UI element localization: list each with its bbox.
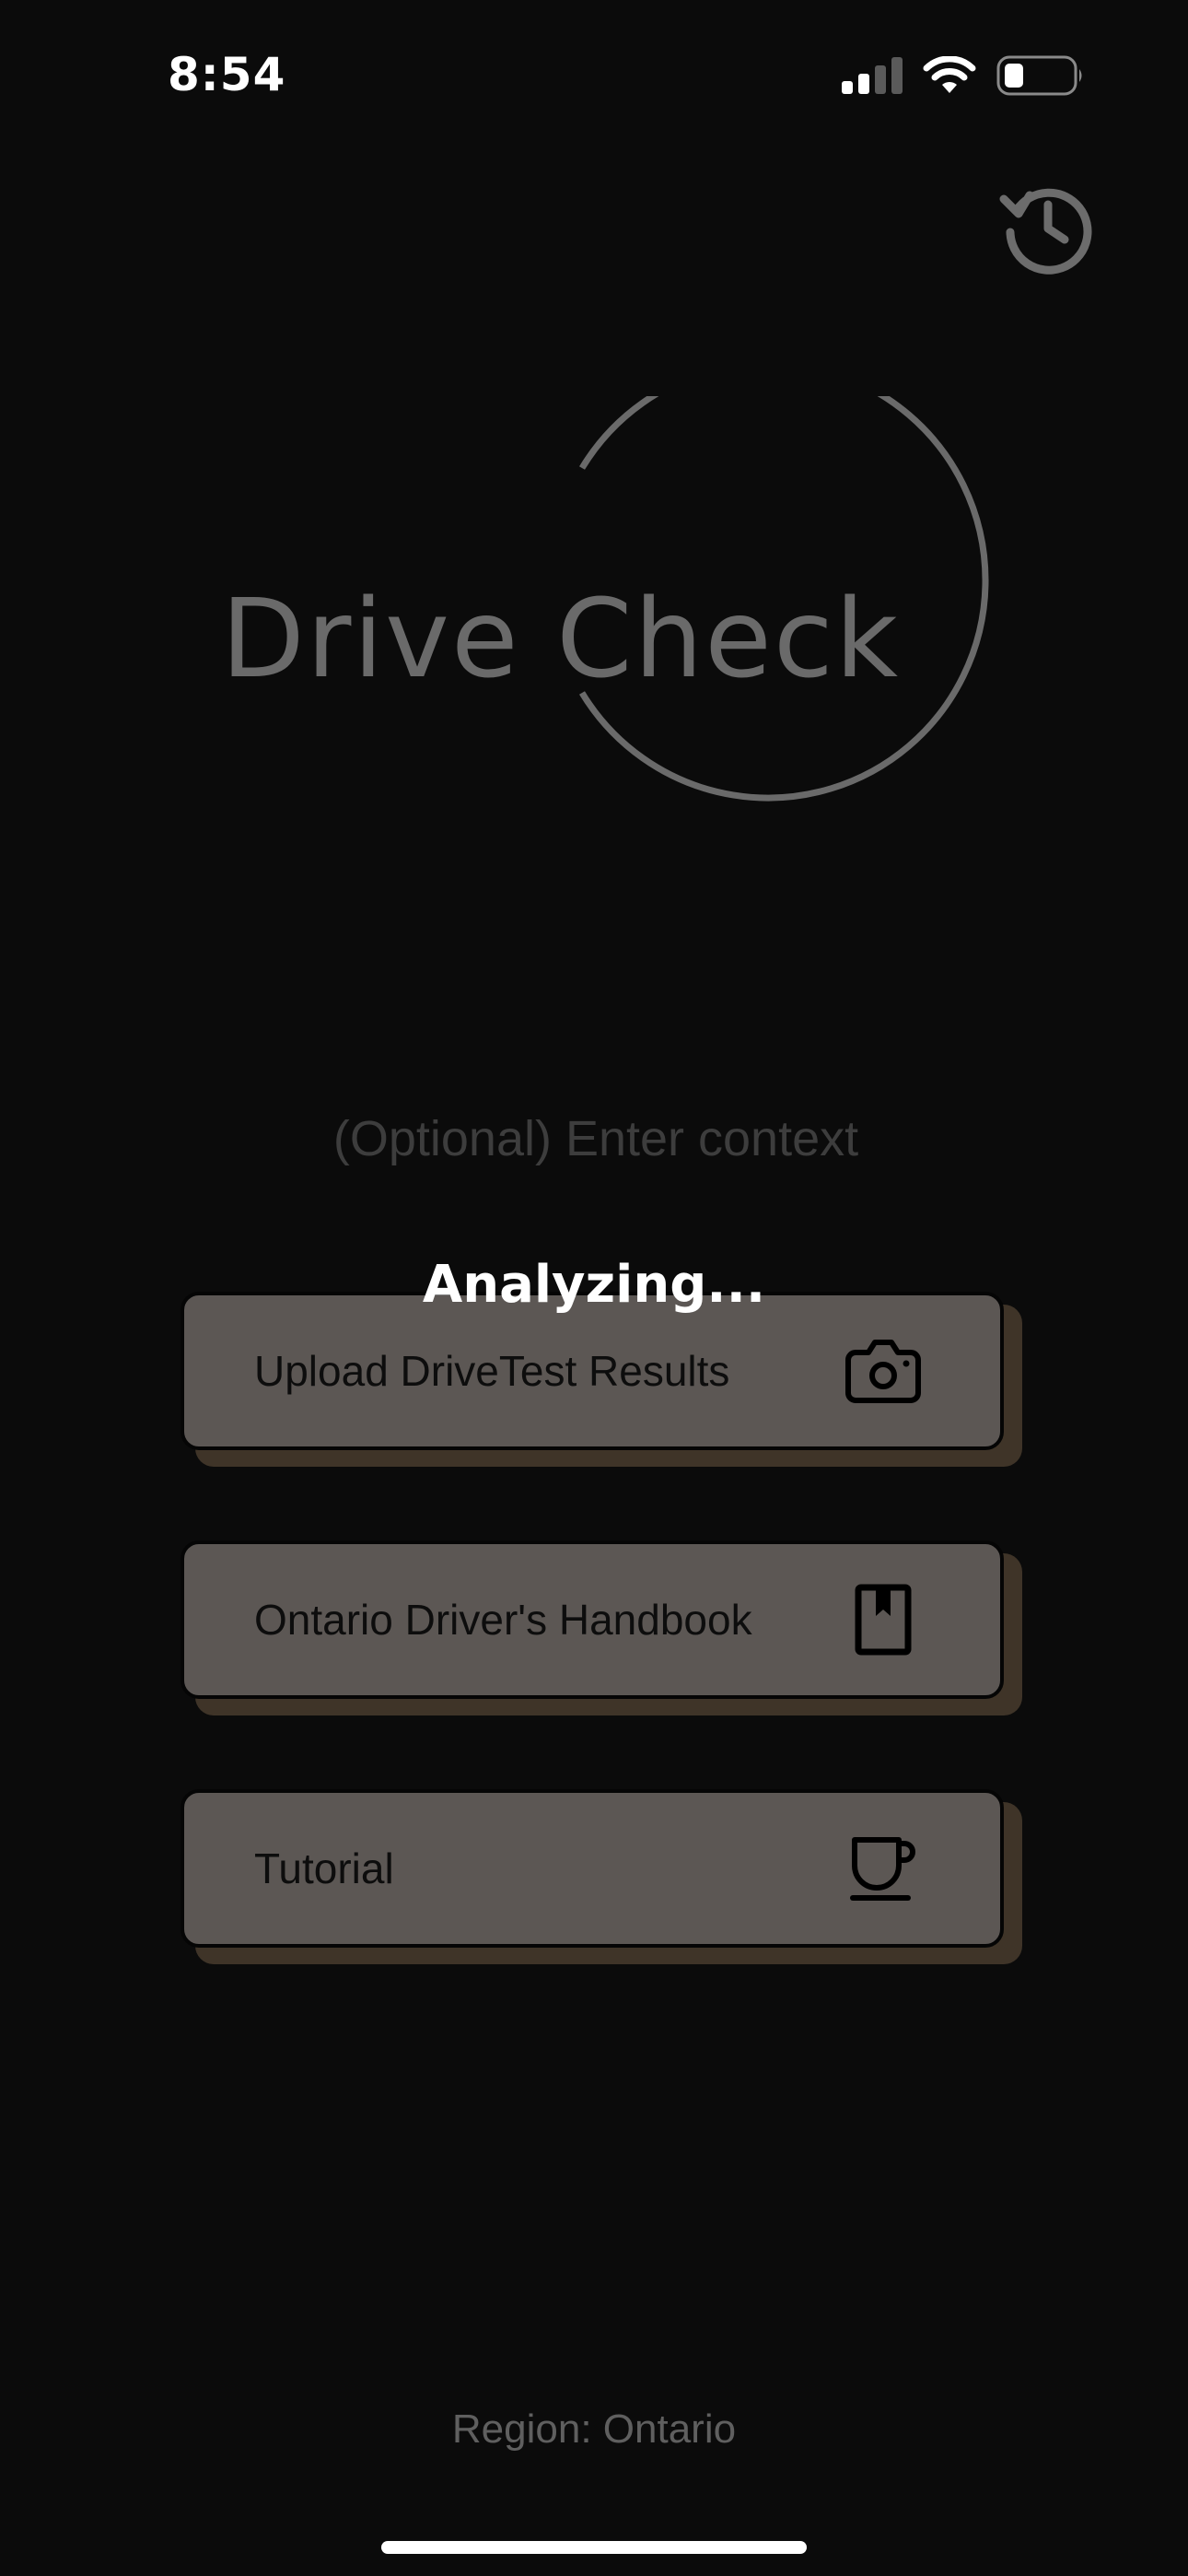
wifi-icon xyxy=(923,55,976,100)
status-icons xyxy=(842,55,1085,100)
region-label: Region: Ontario xyxy=(451,2406,737,2452)
history-icon xyxy=(996,188,1098,280)
action-label: Upload DriveTest Results xyxy=(254,1347,730,1395)
drive-check-logo: Drive Check xyxy=(203,359,1031,857)
history-button[interactable] xyxy=(996,175,1098,276)
context-input[interactable] xyxy=(184,1096,1007,1181)
book-icon xyxy=(844,1580,923,1659)
action-label: Ontario Driver's Handbook xyxy=(254,1596,752,1644)
tutorial-card: Tutorial xyxy=(181,1789,1022,1964)
drivers-handbook-card: Ontario Driver's Handbook xyxy=(181,1540,1022,1715)
analyzing-status: Analyzing... xyxy=(422,1255,766,1315)
tutorial-button[interactable]: Tutorial xyxy=(181,1789,1004,1948)
logo-text: Drive Check xyxy=(221,575,900,702)
upload-drivetest-results-button[interactable]: Upload DriveTest Results xyxy=(181,1292,1004,1450)
upload-drivetest-results-card: Upload DriveTest Results xyxy=(181,1292,1022,1467)
drivers-handbook-button[interactable]: Ontario Driver's Handbook xyxy=(181,1540,1004,1699)
battery-icon xyxy=(996,55,1085,100)
camera-icon xyxy=(844,1331,923,1411)
cellular-signal-icon xyxy=(842,57,903,99)
status-time: 8:54 xyxy=(168,48,286,101)
action-label: Tutorial xyxy=(254,1844,394,1892)
coffee-cup-icon xyxy=(844,1829,923,1908)
home-indicator[interactable] xyxy=(381,2541,807,2554)
